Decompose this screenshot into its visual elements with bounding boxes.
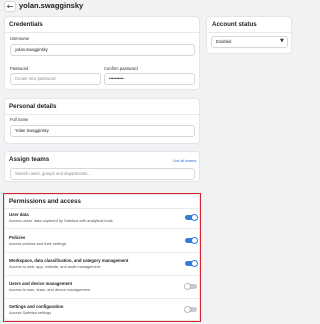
- chevron-down-icon: ▼: [280, 38, 284, 44]
- confirm-password-field[interactable]: ••••••••••: [104, 73, 195, 85]
- account-status-card: Account status Enabled ▼: [206, 16, 292, 54]
- account-status-select[interactable]: Enabled: [211, 36, 288, 48]
- credentials-card: Credentials Username yolan.swagginsky Pa…: [4, 16, 200, 90]
- username-label: Username: [10, 36, 30, 41]
- personal-details-card: Personal details Full name Yolan Swaggin…: [4, 98, 200, 144]
- password-label: Password: [10, 66, 29, 71]
- list-all-teams-link[interactable]: List all teams: [173, 158, 196, 163]
- account-status-heading: Account status: [212, 21, 257, 28]
- top-bar: ← yolan.swagginsky: [0, 0, 296, 13]
- back-arrow-icon[interactable]: ←: [4, 1, 16, 12]
- personal-heading: Personal details: [9, 103, 57, 110]
- divider: [5, 114, 199, 115]
- username-field[interactable]: yolan.swagginsky: [10, 44, 195, 56]
- confirm-password-label: Confirm password: [104, 66, 138, 71]
- divider: [5, 32, 199, 33]
- assign-teams-card: Assign teams List all teams Search users…: [4, 151, 200, 182]
- page-title: yolan.swagginsky: [19, 1, 84, 10]
- fullname-label: Full name: [10, 117, 29, 122]
- credentials-heading: Credentials: [9, 21, 43, 28]
- teams-heading: Assign teams: [9, 156, 50, 163]
- password-field[interactable]: Create new password: [10, 73, 101, 85]
- fullname-field[interactable]: Yolan Swagginsky: [10, 125, 195, 137]
- teams-search-input[interactable]: Search users, groups and departments...: [10, 168, 195, 180]
- divider: [207, 32, 291, 33]
- highlight-frame: [3, 193, 201, 322]
